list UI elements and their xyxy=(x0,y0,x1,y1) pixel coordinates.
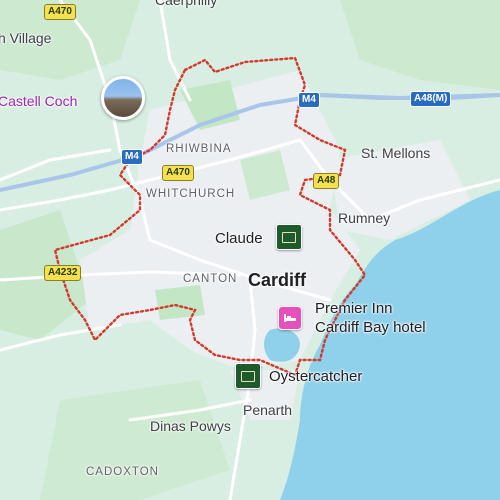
place-label-dinas-powys: Dinas Powys xyxy=(150,418,231,434)
restaurant-icon xyxy=(241,370,255,382)
place-label-castell-coch[interactable]: Castell Coch xyxy=(0,93,77,109)
place-label-premier-inn[interactable]: Premier Inn Cardiff Bay hotel xyxy=(315,299,426,337)
place-label-village: h Village xyxy=(0,30,52,46)
road-shield-a4232: A4232 xyxy=(44,265,82,281)
place-label-rhiwbina: RHIWBINA xyxy=(166,143,232,155)
road-shield-a470: A470 xyxy=(44,4,76,20)
place-label-penarth: Penarth xyxy=(243,402,293,418)
park-area xyxy=(155,285,205,320)
place-label-canton: CANTON xyxy=(183,273,238,285)
map-canvas[interactable] xyxy=(0,0,500,500)
road-shield-a48m: A48(M) xyxy=(410,91,452,107)
restaurant-marker-oystercatcher[interactable] xyxy=(235,363,261,389)
place-label-cadoxton: CADOXTON xyxy=(86,466,159,478)
place-label-whitchurch: WHITCHURCH xyxy=(146,188,236,200)
place-label-oystercatcher[interactable]: Oystercatcher xyxy=(269,367,362,386)
castell-coch-photo-marker[interactable] xyxy=(101,76,145,120)
place-label-caerphilly: Caerphilly xyxy=(155,0,218,8)
road-shield-m4: M4 xyxy=(298,92,320,108)
hotel-marker-premier-inn[interactable] xyxy=(278,306,302,330)
road-shield-a470: A470 xyxy=(162,165,194,181)
place-label-rumney: Rumney xyxy=(338,210,391,226)
restaurant-marker-claude[interactable] xyxy=(276,224,302,250)
road-shield-m4: M4 xyxy=(121,149,143,165)
restaurant-icon xyxy=(282,231,296,243)
place-label-st-mellons: St. Mellons xyxy=(361,145,431,161)
place-label-cardiff[interactable]: Cardiff xyxy=(248,270,306,291)
bed-icon xyxy=(284,314,296,322)
road-shield-a48: A48 xyxy=(313,173,340,189)
place-label-claude[interactable]: Claude xyxy=(215,229,263,248)
